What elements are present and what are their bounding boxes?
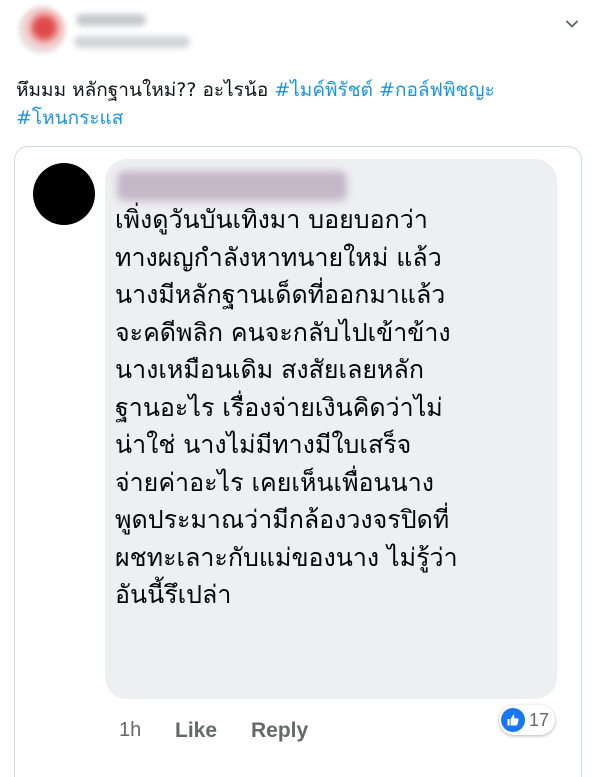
commenter-avatar: [33, 163, 95, 225]
reaction-count: 17: [529, 709, 550, 730]
chevron-down-icon[interactable]: [564, 16, 580, 32]
comment-line: อันนี้รึเปล่า: [115, 580, 232, 609]
thumbs-up-icon: [501, 708, 525, 732]
comment-timestamp: 1h: [119, 719, 142, 741]
comment-line: จ่ายค่าอะไร เคยเห็นเพื่อนนาง: [115, 467, 434, 497]
comment-actions: 1h Like Reply 17: [15, 705, 581, 753]
comment-bubble: เพิ่งดูวันบันเทิงมา บอยบอกว่า ทางผญกำลัง…: [105, 159, 557, 699]
comment-line: ฐานอะไร เรื่องจ่ายเงินคิดว่าไม่: [115, 392, 443, 422]
author-name-redacted: [76, 14, 146, 26]
comment-line: เพิ่งดูวันบันเทิงมา บอยบอกว่า: [115, 205, 428, 234]
reaction-summary[interactable]: 17: [499, 705, 556, 735]
tweet-header: [0, 0, 594, 68]
comment-line: ทางผญกำลังหาทนายใหม่ แล้ว: [115, 242, 442, 272]
reply-button[interactable]: Reply: [251, 719, 308, 743]
comment-line: นางเหมือนเดิม สงสัยเลยหลัก: [115, 355, 424, 384]
comment-line: พูดประมาณว่ามีกล้องวงจรปิดที่: [115, 505, 450, 534]
comment-line: นางมีหลักฐานเด็ดที่ออกมาแล้ว: [115, 280, 446, 309]
tweet-text-plain: หึมมม หลักฐานใหม่?? อะไรน้อ: [16, 79, 275, 101]
author-avatar[interactable]: [18, 6, 66, 54]
hashtag-link[interactable]: #โหนกระแส: [16, 107, 123, 129]
embedded-comment-screenshot[interactable]: เพิ่งดูวันบันเทิงมา บอยบอกว่า ทางผญกำลัง…: [14, 146, 582, 777]
comment-line: น่าใช่ นางไม่มีทางมีใบเสร็จ: [115, 430, 412, 459]
like-button[interactable]: Like: [175, 719, 217, 743]
author-handle-redacted: [74, 36, 190, 48]
commenter-name-redacted: [117, 171, 347, 201]
tweet-body: หึมมม หลักฐานใหม่?? อะไรน้อ #ไมค์พิรัชต์…: [16, 76, 576, 132]
comment-line: จะคดีพลิก คนจะกลับไปเข้าข้าง: [115, 317, 451, 347]
hashtag-link[interactable]: #กอล์ฟพิชญะ: [379, 79, 495, 101]
comment-line: ผชทะเลาะกับแม่ของนาง ไม่รู้ว่า: [115, 542, 458, 572]
hashtag-link[interactable]: #ไมค์พิรัชต์: [274, 79, 373, 101]
comment-text: เพิ่งดูวันบันเทิงมา บอยบอกว่า ทางผญกำลัง…: [115, 201, 545, 614]
